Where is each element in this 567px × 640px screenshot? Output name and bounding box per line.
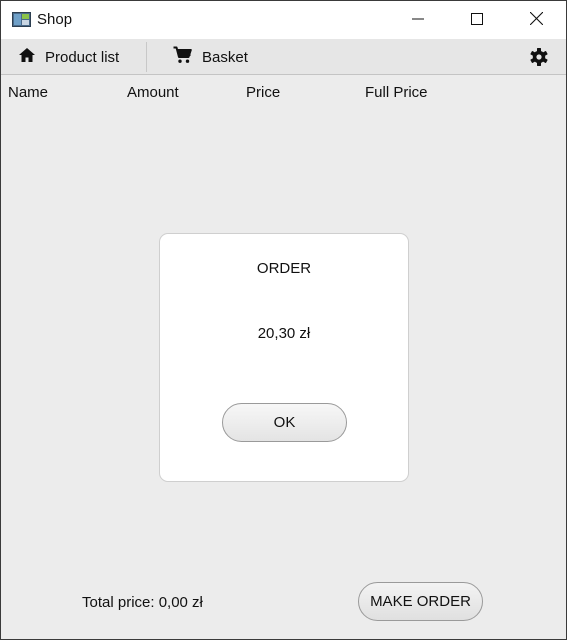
column-header-full-price[interactable]: Full Price [365,84,428,101]
close-button[interactable] [507,1,565,39]
basket-button[interactable]: Basket [173,39,248,75]
title-bar[interactable]: Shop [1,1,566,39]
maximize-button[interactable] [448,1,506,39]
maximize-icon [471,12,483,29]
app-window: Shop Product list Basket Name Amount Pri… [0,0,567,640]
column-header-price[interactable]: Price [246,84,280,101]
column-header-name[interactable]: Name [8,84,48,101]
close-icon [529,11,543,29]
total-price: Total price: 0,00 zł [82,594,203,611]
settings-button[interactable] [529,47,549,67]
home-icon [18,47,36,67]
cart-icon [173,46,192,68]
dialog-title: ORDER [256,260,312,277]
order-dialog: ORDER 20,30 zł OK [159,233,409,482]
make-order-button[interactable]: MAKE ORDER [358,582,483,621]
ok-button[interactable]: OK [222,403,347,442]
window-title: Shop [37,11,73,28]
gear-icon [529,48,549,71]
order-amount: 20,30 zł [257,325,311,342]
minimize-button[interactable] [389,1,447,39]
minimize-icon [412,12,424,29]
column-header-amount[interactable]: Amount [127,84,179,101]
app-icon [12,12,31,27]
product-list-button[interactable]: Product list [18,39,119,75]
product-list-label: Product list [45,48,120,66]
toolbar: Product list Basket [1,39,566,75]
basket-label: Basket [202,48,248,66]
basket-table-header: Name Amount Price Full Price [1,76,566,108]
toolbar-separator [146,42,147,72]
